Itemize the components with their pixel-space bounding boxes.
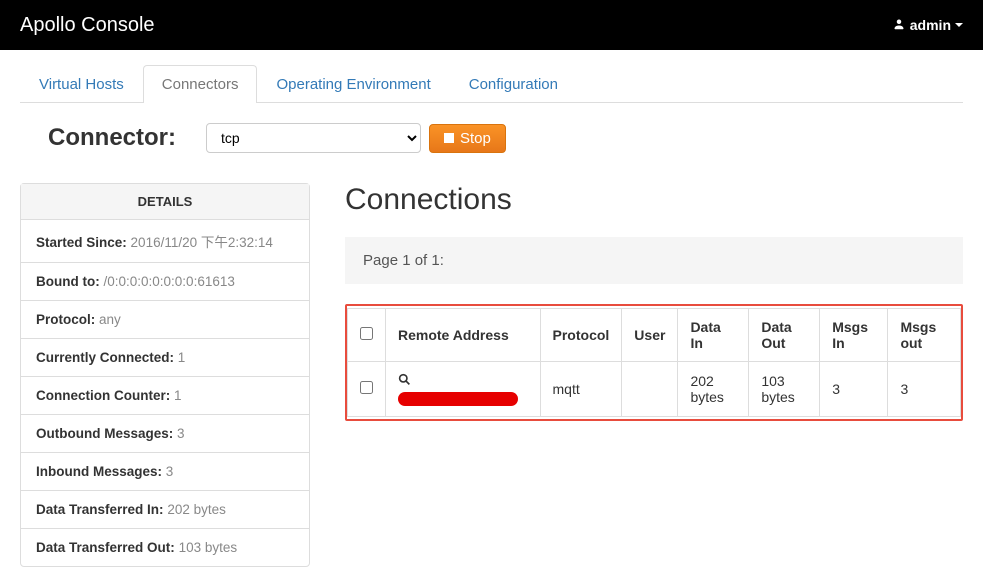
redacted-address <box>398 392 518 406</box>
cell-protocol: mqtt <box>540 362 622 417</box>
row-checkbox[interactable] <box>360 381 373 394</box>
connections-panel: Connections Page 1 of 1: Remote Address … <box>345 183 963 567</box>
cell-msgs-in: 3 <box>820 362 888 417</box>
connections-table: Remote Address Protocol User Data In Dat… <box>347 308 961 417</box>
details-item-started: Started Since: 2016/11/20 下午2:32:14 <box>21 220 309 263</box>
details-item-counter: Connection Counter: 1 <box>21 377 309 415</box>
tab-connectors[interactable]: Connectors <box>143 65 258 103</box>
details-item-transferred-in: Data Transferred In: 202 bytes <box>21 491 309 529</box>
col-msgs-in: Msgs In <box>820 309 888 362</box>
table-row: mqtt 202 bytes 103 bytes 3 3 <box>348 362 961 417</box>
cell-remote-address[interactable] <box>386 362 541 417</box>
connector-select[interactable]: tcp <box>206 123 421 153</box>
tab-virtual-hosts[interactable]: Virtual Hosts <box>20 65 143 103</box>
cell-user <box>622 362 678 417</box>
page-info: Page 1 of 1: <box>345 237 963 284</box>
stop-icon <box>444 133 454 143</box>
details-item-outbound: Outbound Messages: 3 <box>21 415 309 453</box>
details-item-bound: Bound to: /0:0:0:0:0:0:0:0:61613 <box>21 263 309 301</box>
col-user: User <box>622 309 678 362</box>
col-data-out: Data Out <box>749 309 820 362</box>
details-item-protocol: Protocol: any <box>21 301 309 339</box>
cell-data-out: 103 bytes <box>749 362 820 417</box>
details-header: DETAILS <box>21 184 309 220</box>
stop-button[interactable]: Stop <box>429 124 506 153</box>
connections-table-wrapper: Remote Address Protocol User Data In Dat… <box>345 304 963 421</box>
connector-label: Connector: <box>48 124 176 152</box>
details-item-transferred-out: Data Transferred Out: 103 bytes <box>21 529 309 566</box>
col-protocol: Protocol <box>540 309 622 362</box>
col-data-in: Data In <box>678 309 749 362</box>
select-all-checkbox[interactable] <box>360 327 373 340</box>
user-name: admin <box>910 17 951 33</box>
user-icon <box>893 17 905 33</box>
user-menu[interactable]: admin <box>893 17 963 33</box>
tab-configuration[interactable]: Configuration <box>450 65 577 103</box>
table-header-row: Remote Address Protocol User Data In Dat… <box>348 309 961 362</box>
details-item-inbound: Inbound Messages: 3 <box>21 453 309 491</box>
stop-button-label: Stop <box>460 130 491 147</box>
col-remote-address: Remote Address <box>386 309 541 362</box>
cell-msgs-out: 3 <box>888 362 961 417</box>
chevron-down-icon <box>955 23 963 27</box>
zoom-icon <box>398 373 411 389</box>
details-panel: DETAILS Started Since: 2016/11/20 下午2:32… <box>20 183 310 567</box>
cell-data-in: 202 bytes <box>678 362 749 417</box>
connector-toolbar: Connector: tcp Stop <box>48 123 963 153</box>
navbar: Apollo Console admin <box>0 0 983 50</box>
connections-title: Connections <box>345 183 963 217</box>
tab-bar: Virtual Hosts Connectors Operating Envir… <box>20 65 963 103</box>
tab-operating-environment[interactable]: Operating Environment <box>257 65 449 103</box>
col-msgs-out: Msgs out <box>888 309 961 362</box>
navbar-brand[interactable]: Apollo Console <box>20 14 155 37</box>
details-item-connected: Currently Connected: 1 <box>21 339 309 377</box>
col-checkbox <box>348 309 386 362</box>
